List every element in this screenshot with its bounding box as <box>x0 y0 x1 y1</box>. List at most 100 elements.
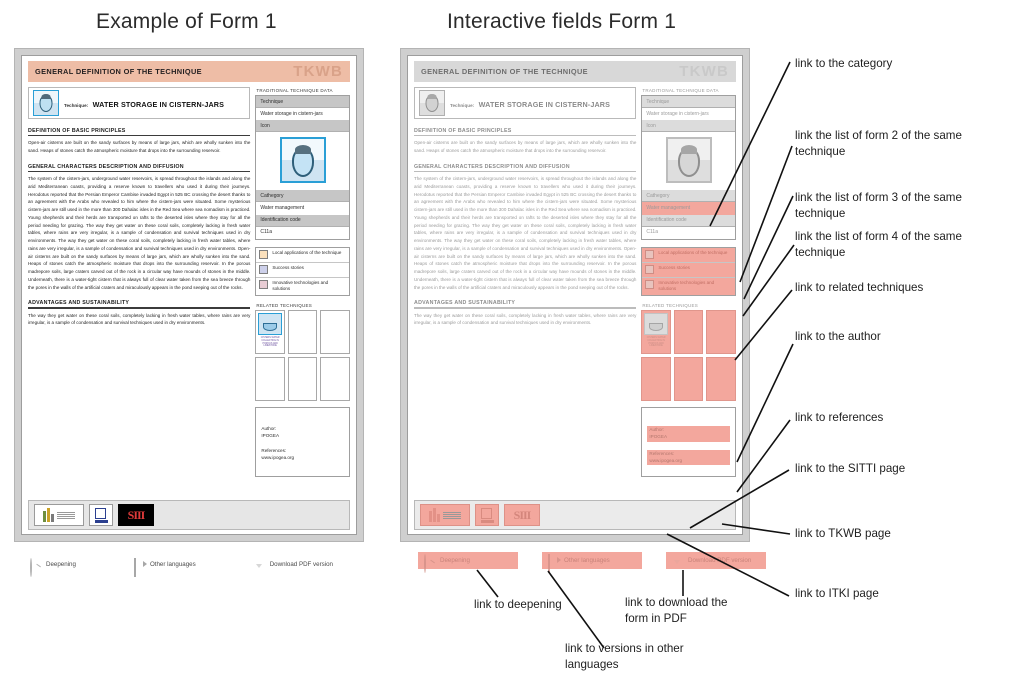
annotation-languages: link to versions in other languages <box>565 642 684 671</box>
link-download-pdf[interactable]: Download PDF version <box>666 552 766 569</box>
link-sitti-page[interactable] <box>475 504 499 526</box>
annotation-sitti: link to the SITTI page <box>795 462 906 475</box>
link-form-4-list[interactable]: Innovative technologies and solutions <box>642 277 735 295</box>
author-label: Author: <box>261 425 277 431</box>
annotation-related: link to related techniques <box>795 281 924 294</box>
technique-label: Technique: <box>64 103 89 108</box>
download-icon <box>254 559 265 570</box>
cistern-jar-icon <box>33 90 59 116</box>
technique-label: Technique: <box>450 103 475 108</box>
link-related-technique[interactable] <box>706 309 736 354</box>
author-block: Author: IPOGEA <box>261 426 344 440</box>
form-main-column: Technique: WATER STORAGE IN CISTERN-JARS… <box>414 87 637 477</box>
annotation-itki: link to ITKI page <box>795 587 879 600</box>
tool-label: Deepening <box>46 561 76 568</box>
other-languages-button[interactable]: Other languages <box>128 556 202 577</box>
download-icon <box>672 555 683 566</box>
footer-logo-strip: SIII <box>28 500 350 530</box>
form-interactive-frame: GENERAL DEFINITION OF THE TECHNIQUE TKWB… <box>400 48 750 542</box>
related-techniques-heading: RELATED TECHNIQUES <box>642 302 698 308</box>
link-itki-page[interactable] <box>420 504 470 526</box>
field-label-icon: Icon <box>256 120 349 133</box>
link-references[interactable]: References: www.ipogea.org <box>647 449 730 466</box>
section-rule-1 <box>414 170 637 173</box>
section-heading-0: DEFINITION OF BASIC PRINCIPLES <box>28 128 126 134</box>
link-category[interactable]: Water management <box>642 202 735 215</box>
masthead-title: GENERAL DEFINITION OF THE TECHNIQUE <box>421 67 588 76</box>
section-heading-1: GENERAL CHARACTERS DESCRIPTION AND DIFFU… <box>414 163 570 170</box>
link-form-3-list[interactable]: Success stories <box>642 262 735 278</box>
link-related-technique[interactable] <box>706 356 736 401</box>
download-pdf-button[interactable]: Download PDF version <box>248 556 339 573</box>
related-technique-cell <box>255 356 285 401</box>
link-related-technique[interactable] <box>673 356 704 401</box>
section-text-0: Open-air cisterns are built on the sandy… <box>28 140 251 154</box>
legend-label: Innovative technologies and solutions <box>272 280 329 292</box>
field-value-icon <box>642 132 735 190</box>
cistern-jar-icon-large <box>279 137 326 184</box>
link-author[interactable]: Author: IPOGEA <box>647 425 730 442</box>
form-example-page: GENERAL DEFINITION OF THE TECHNIQUE TKWB… <box>21 55 357 535</box>
magnifier-icon <box>424 554 435 573</box>
field-label-technique: Technique <box>642 96 735 108</box>
itki-logo-icon <box>34 504 84 526</box>
field-value-cathegory: Water management <box>260 204 305 211</box>
technique-banner: Technique: WATER STORAGE IN CISTERN-JARS <box>28 87 251 119</box>
languages-icon <box>548 554 559 573</box>
section-text-2: The way they get water on these coral so… <box>28 312 251 326</box>
related-techniques-heading: RELATED TECHNIQUES <box>256 302 312 308</box>
form-example-frame: GENERAL DEFINITION OF THE TECHNIQUE TKWB… <box>14 48 364 542</box>
related-technique-cell <box>287 309 318 354</box>
link-tkwb-page[interactable]: SIII <box>504 504 540 526</box>
link-other-languages[interactable]: Other languages <box>542 552 642 573</box>
legend-swatch-icon <box>259 265 269 275</box>
author-value: IPOGEA <box>261 432 280 438</box>
related-techniques-grid: CISTERN WATER COLLECTING IN POROUS AND L… <box>641 309 736 401</box>
cistern-jar-icon-large <box>665 137 712 184</box>
toolbar-example: Deepening Other languages Download PDF v… <box>24 556 339 577</box>
link-related-technique[interactable] <box>641 356 671 401</box>
tkwb-wordmark: TKWB <box>293 63 343 80</box>
link-related-technique[interactable]: CISTERN WATER COLLECTING IN POROUS AND L… <box>641 309 671 354</box>
technique-value: WATER STORAGE IN CISTERN-JARS <box>478 100 611 109</box>
tool-label: Deepening <box>440 557 470 564</box>
author-references-box: Author: IPOGEA References: www.ipogea.or… <box>255 406 350 477</box>
form-masthead: GENERAL DEFINITION OF THE TECHNIQUE TKWB <box>414 61 736 82</box>
field-label-identification-code: Identification code <box>256 214 349 227</box>
related-technique-cell <box>320 309 350 354</box>
link-deepening[interactable]: Deepening <box>418 552 518 573</box>
legend-item-innovative-technologies: Innovative technologies and solutions <box>256 278 349 295</box>
technique-value: WATER STORAGE IN CISTERN-JARS <box>92 100 225 109</box>
deepening-button[interactable]: Deepening <box>24 556 82 577</box>
legend-label: Local applications of the technique <box>272 250 342 256</box>
link-form-2-list[interactable]: Local applications of the technique <box>642 247 735 263</box>
legend-item-local-applications: Local applications of the technique <box>256 248 349 263</box>
cistern-bowl-icon <box>258 312 282 335</box>
related-technique-cell <box>320 356 350 401</box>
field-value-technique: Water storage in cistern-jars <box>646 110 709 117</box>
cistern-jar-icon <box>419 90 445 116</box>
field-value-identification-code: C11a <box>646 229 658 235</box>
form-sidebar: TRADITIONAL TECHNIQUE DATA Technique Wat… <box>255 87 350 477</box>
section-heading-2: ADVANTAGES AND SUSTAINABILITY <box>28 300 130 307</box>
tkwb-wordmark: TKWB <box>679 63 729 80</box>
author-value: IPOGEA <box>649 433 668 439</box>
section-heading-1: GENERAL CHARACTERS DESCRIPTION AND DIFFU… <box>28 163 184 170</box>
technique-data-box: Technique Water storage in cistern-jars … <box>641 95 736 240</box>
field-label-icon: Icon <box>642 120 735 133</box>
legend-swatch-icon <box>259 280 269 290</box>
legend-label: Success stories <box>272 265 304 271</box>
link-related-technique[interactable] <box>673 309 704 354</box>
tkwb-logo-icon: SIII <box>118 504 154 526</box>
page-title-right: Interactive fields Form 1 <box>447 10 677 33</box>
legend-label: Local applications of the technique <box>658 250 728 256</box>
related-technique-cell <box>287 356 318 401</box>
section-rule-0 <box>414 135 637 137</box>
section-text-2: The way they get water on these coral so… <box>414 312 637 326</box>
section-text-1: The system of the cistern-jars, undergro… <box>28 176 251 290</box>
form-sidebar: TRADITIONAL TECHNIQUE DATA Technique Wat… <box>641 87 736 477</box>
section-rule-2 <box>414 307 637 309</box>
legend-list: Local applications of the technique Succ… <box>641 246 736 296</box>
annotation-category: link to the category <box>795 57 893 70</box>
footer-logo-strip: SIII <box>414 500 736 530</box>
